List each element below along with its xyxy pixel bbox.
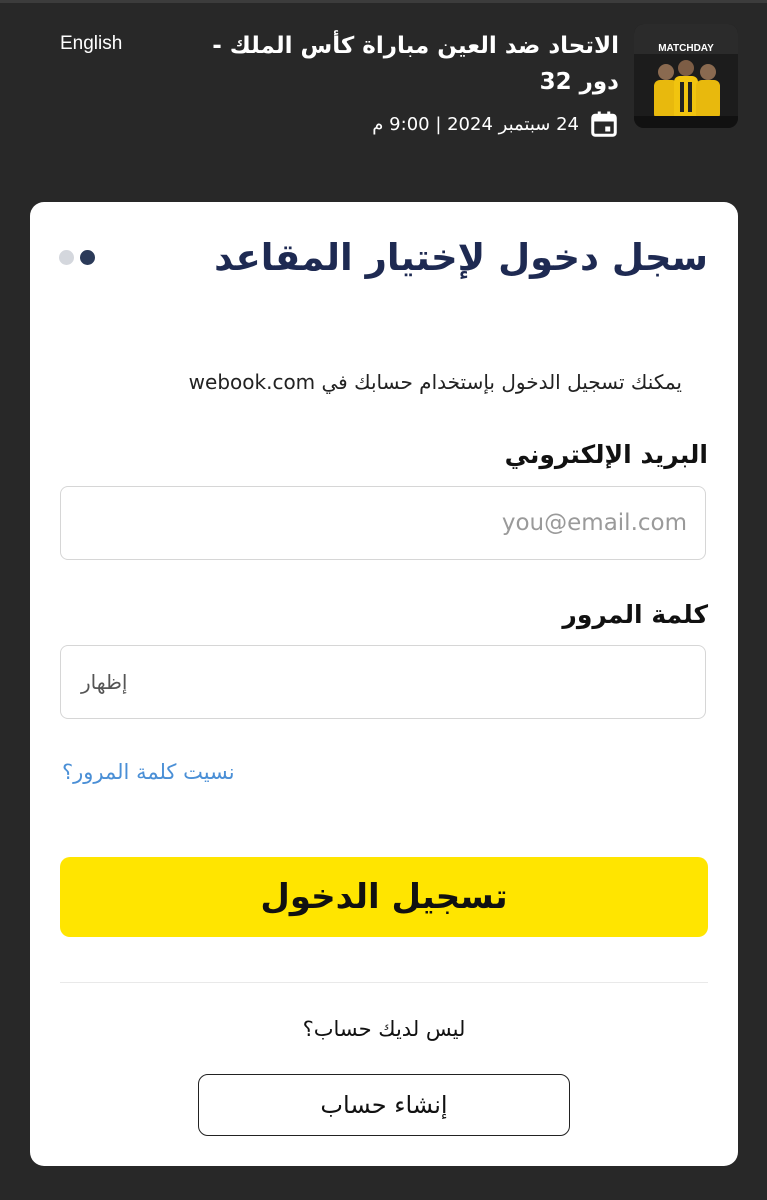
login-card: سجل دخول لإختيار المقاعد يمكنك تسجيل الد… xyxy=(30,202,738,1166)
email-field-wrapper xyxy=(60,486,706,560)
password-field-wrapper: إظهار xyxy=(60,645,706,719)
event-title: الاتحاد ضد العين مباراة كأس الملك - دور … xyxy=(212,33,619,95)
forgot-password-link[interactable]: نسيت كلمة المرور؟ xyxy=(62,760,235,784)
event-poster-image: MATCHDAY xyxy=(634,24,738,128)
email-label: البريد الإلكتروني xyxy=(504,440,708,469)
poster-badge: MATCHDAY xyxy=(658,43,714,54)
email-field[interactable] xyxy=(61,487,705,559)
login-subtitle: يمكنك تسجيل الدخول بإستخدام حسابك في web… xyxy=(188,370,682,394)
login-button[interactable]: تسجيل الدخول xyxy=(60,857,708,937)
event-date: 24 سبتمبر 2024 | 9:00 م xyxy=(372,113,579,135)
password-field[interactable] xyxy=(61,646,705,718)
step-dot-2 xyxy=(80,250,95,265)
password-label: كلمة المرور xyxy=(562,600,708,629)
event-date-row: 24 سبتمبر 2024 | 9:00 م xyxy=(372,108,619,140)
language-switch[interactable]: English xyxy=(60,33,122,55)
login-title: سجل دخول لإختيار المقاعد xyxy=(214,236,708,279)
step-dot-1 xyxy=(59,250,74,265)
show-password-toggle[interactable]: إظهار xyxy=(81,646,127,718)
event-thumbnail: MATCHDAY xyxy=(634,24,738,128)
event-header: MATCHDAY الاتحاد ضد العين مباراة كأس الم… xyxy=(0,0,767,170)
create-account-button[interactable]: إنشاء حساب xyxy=(198,1074,570,1136)
step-indicator xyxy=(59,250,95,265)
no-account-text: ليس لديك حساب؟ xyxy=(302,1017,466,1041)
calendar-icon xyxy=(591,111,617,137)
divider xyxy=(60,982,708,983)
